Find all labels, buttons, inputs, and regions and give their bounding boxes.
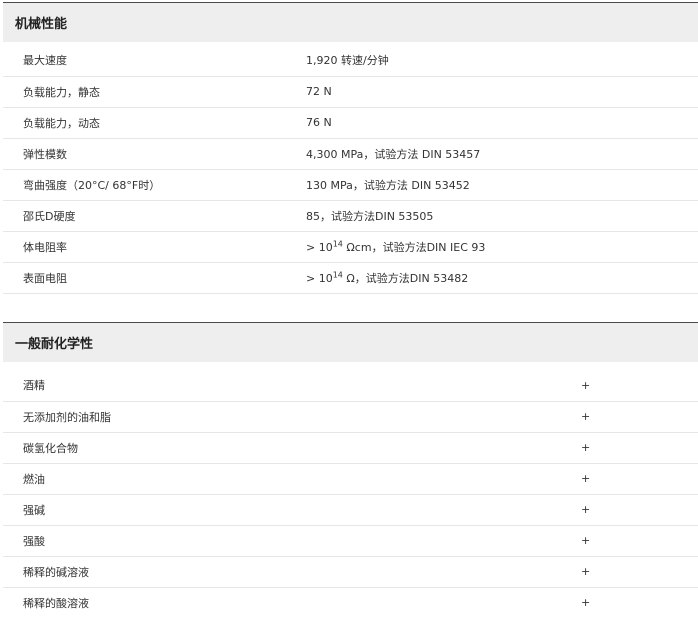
row-value: 130 MPa，试验方法 DIN 53452 bbox=[306, 169, 698, 201]
value-prefix: > 10 bbox=[306, 271, 333, 285]
table-row: 邵氏D硬度 85，试验方法DIN 53505 bbox=[3, 200, 698, 232]
table-row: 弯曲强度（20°C/ 68°F时） 130 MPa，试验方法 DIN 53452 bbox=[3, 169, 698, 201]
row-label: 负载能力，动态 bbox=[3, 107, 306, 139]
row-value: 72 N bbox=[306, 76, 698, 108]
row-label: 弯曲强度（20°C/ 68°F时） bbox=[3, 169, 306, 201]
row-label: 无添加剂的油和脂 bbox=[3, 401, 563, 433]
table-row: 强碱 + bbox=[3, 494, 698, 526]
row-value: 1,920 转速/分钟 bbox=[306, 45, 698, 77]
table-row: 无添加剂的油和脂 + bbox=[3, 401, 698, 433]
chemical-section-title: 一般耐化学性 bbox=[3, 322, 698, 362]
value-exponent: 14 bbox=[332, 238, 343, 248]
table-row: 体电阻率 > 1014 Ωcm，试验方法DIN IEC 93 bbox=[3, 231, 698, 263]
row-value: + bbox=[563, 556, 698, 588]
row-label: 碳氢化合物 bbox=[3, 432, 563, 464]
table-row: 稀释的碱溶液 + bbox=[3, 556, 698, 588]
row-value: + bbox=[581, 596, 591, 610]
mechanical-table: 最大速度 1,920 转速/分钟 负载能力，静态 72 N 负载能力，动态 76… bbox=[3, 45, 698, 294]
row-value: > 1014 Ωcm，试验方法DIN IEC 93 bbox=[306, 231, 698, 263]
row-value: > 1014 Ω，试验方法DIN 53482 bbox=[306, 262, 698, 294]
row-value: + bbox=[563, 432, 698, 464]
value-exponent: 14 bbox=[332, 269, 343, 279]
value-prefix: > 10 bbox=[306, 240, 333, 254]
table-row: 表面电阻 > 1014 Ω，试验方法DIN 53482 bbox=[3, 262, 698, 294]
table-row: 弹性模数 4,300 MPa，试验方法 DIN 53457 bbox=[3, 138, 698, 170]
row-label: 燃油 bbox=[3, 463, 563, 495]
table-row: 负载能力，静态 72 N bbox=[3, 76, 698, 108]
row-label: 弹性模数 bbox=[3, 138, 306, 170]
row-value: + bbox=[563, 525, 698, 557]
page: 机械性能 最大速度 1,920 转速/分钟 负载能力，静态 72 N 负载能力，… bbox=[0, 0, 698, 628]
row-label: 稀释的碱溶液 bbox=[3, 556, 563, 588]
row-label: 稀释的酸溶液 bbox=[23, 596, 89, 610]
mechanical-section-title: 机械性能 bbox=[3, 2, 698, 42]
row-label: 负载能力，静态 bbox=[3, 76, 306, 108]
row-value: + bbox=[563, 463, 698, 495]
row-value: 85，试验方法DIN 53505 bbox=[306, 200, 698, 232]
row-value: + bbox=[563, 401, 698, 433]
row-label: 酒精 bbox=[3, 370, 563, 402]
chemical-table: 酒精 + 无添加剂的油和脂 + 碳氢化合物 + 燃油 + 强碱 + 强酸 + 稀… bbox=[3, 370, 698, 618]
value-suffix: Ωcm，试验方法DIN IEC 93 bbox=[342, 240, 486, 254]
table-row: 燃油 + bbox=[3, 463, 698, 495]
row-value: 4,300 MPa，试验方法 DIN 53457 bbox=[306, 138, 698, 170]
table-row: 酒精 + bbox=[3, 370, 698, 402]
table-row: 碳氢化合物 + bbox=[3, 432, 698, 464]
chemical-section: 一般耐化学性 酒精 + 无添加剂的油和脂 + 碳氢化合物 + 燃油 + 强碱 + bbox=[3, 322, 698, 618]
row-label: 强碱 bbox=[3, 494, 563, 526]
table-row: 稀释的酸溶液 + bbox=[3, 587, 698, 618]
row-label: 体电阻率 bbox=[3, 231, 306, 263]
row-label: 表面电阻 bbox=[3, 262, 306, 294]
value-suffix: Ω，试验方法DIN 53482 bbox=[342, 271, 469, 285]
row-value: + bbox=[563, 494, 698, 526]
table-row: 负载能力，动态 76 N bbox=[3, 107, 698, 139]
row-value: + bbox=[563, 370, 698, 402]
row-label: 邵氏D硬度 bbox=[3, 200, 306, 232]
table-row: 最大速度 1,920 转速/分钟 bbox=[3, 45, 698, 77]
row-label: 最大速度 bbox=[3, 45, 306, 77]
table-row: 强酸 + bbox=[3, 525, 698, 557]
mechanical-section: 机械性能 最大速度 1,920 转速/分钟 负载能力，静态 72 N 负载能力，… bbox=[3, 2, 698, 294]
row-value: 76 N bbox=[306, 107, 698, 139]
row-label: 强酸 bbox=[3, 525, 563, 557]
